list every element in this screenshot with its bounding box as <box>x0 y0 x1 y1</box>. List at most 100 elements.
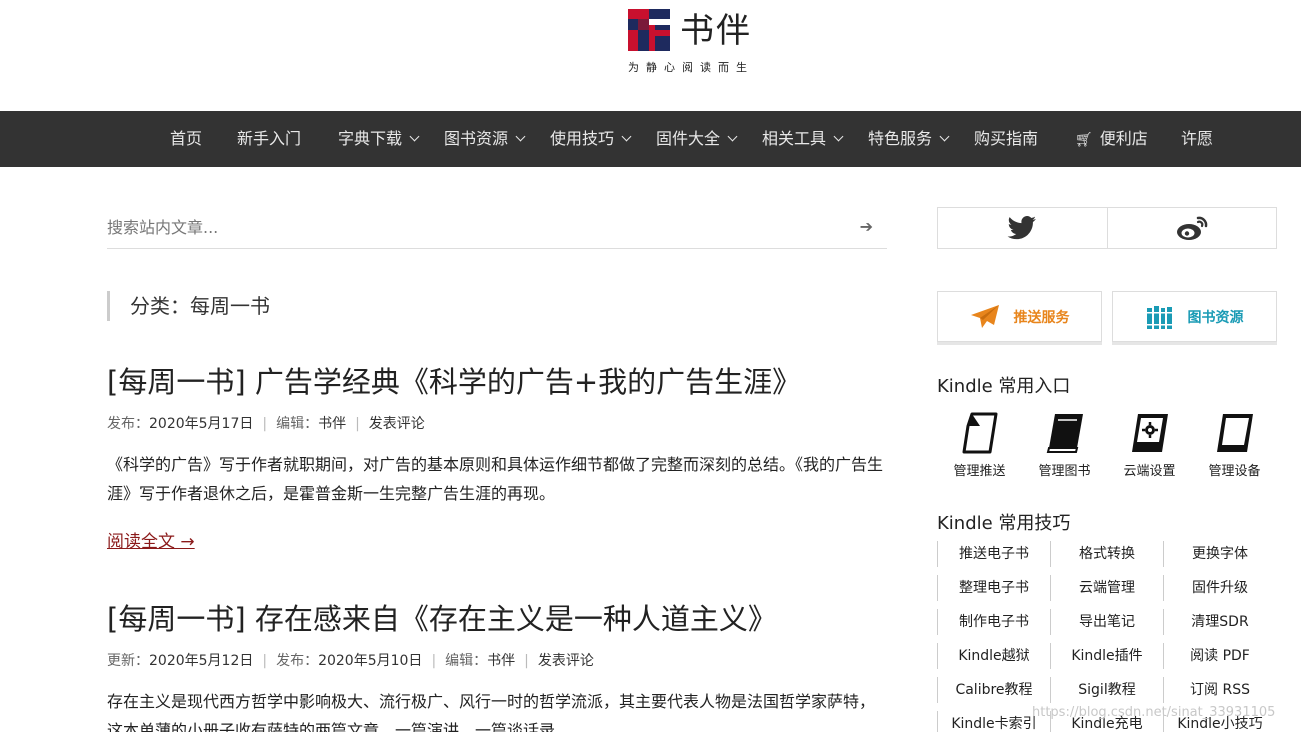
site-name: 书伴 <box>680 11 752 51</box>
tip-link[interactable]: 订阅 RSS <box>1163 677 1276 703</box>
twitter-icon <box>1007 216 1037 240</box>
tip-link[interactable]: 清理SDR <box>1163 609 1276 635</box>
chevron-down-icon <box>621 131 632 142</box>
push-service-label: 推送服务 <box>1013 309 1070 326</box>
meta-divider: | <box>262 416 268 432</box>
social-links <box>937 207 1277 249</box>
entry-label: 管理图书 <box>1038 464 1091 479</box>
document-icon <box>962 412 997 454</box>
kindle-tips-title: Kindle 常用技巧 <box>937 513 1071 534</box>
published-date: 2020年5月17日 <box>149 416 254 432</box>
kindle-device-icon <box>1216 414 1253 452</box>
nav-label: 特色服务 <box>868 129 933 148</box>
editor-label: 编辑： <box>445 653 488 669</box>
post-item: [每周一书] 广告学经典《科学的广告+我的广告生涯》 发布：2020年5月17日… <box>107 362 887 552</box>
arrow-right-icon[interactable]: ➔ <box>860 217 873 236</box>
category-heading: 分类：每周一书 <box>107 291 270 321</box>
nav-item-tips[interactable]: 使用技巧 <box>550 111 632 167</box>
watermark-text: https://blog.csdn.net/sinat_33931105 <box>1032 705 1276 720</box>
nav-label: 购买指南 <box>974 129 1039 148</box>
manage-books-entry[interactable]: 管理图书 <box>1022 412 1107 479</box>
chevron-down-icon <box>409 131 420 142</box>
site-header: 书伴 为静心阅读而生 <box>0 0 1301 111</box>
nav-item-books[interactable]: 图书资源 <box>444 111 526 167</box>
kindle-entries-title: Kindle 常用入口 <box>937 376 1071 397</box>
comment-link[interactable]: 发表评论 <box>369 416 425 432</box>
nav-item-services[interactable]: 特色服务 <box>868 111 950 167</box>
nav-label: 相关工具 <box>762 129 827 148</box>
search-input[interactable] <box>107 207 847 247</box>
books-icon <box>1146 305 1172 329</box>
chevron-down-icon <box>833 131 844 142</box>
manage-push-entry[interactable]: 管理推送 <box>937 412 1022 479</box>
nav-item-home[interactable]: 首页 <box>170 111 202 167</box>
tip-link[interactable]: 固件升级 <box>1163 575 1276 601</box>
book-resources-button[interactable]: 图书资源 <box>1112 291 1277 342</box>
logo-mark-icon <box>628 9 670 51</box>
read-more-link[interactable]: 阅读全文 → <box>107 527 195 552</box>
tip-link[interactable]: 云端管理 <box>1050 575 1163 601</box>
editor-link[interactable]: 书伴 <box>318 416 346 432</box>
weibo-icon <box>1176 216 1208 240</box>
nav-item-getting-started[interactable]: 新手入门 <box>237 111 301 167</box>
post-title-link[interactable]: [每周一书] 存在感来自《存在主义是一种人道主义》 <box>107 599 887 639</box>
search-bar: ➔ <box>107 207 887 249</box>
published-date: 2020年5月10日 <box>318 653 423 669</box>
tip-link[interactable]: 导出笔记 <box>1050 609 1163 635</box>
cart-icon: 🛒︎ <box>1075 132 1093 148</box>
nav-label: 首页 <box>170 129 203 148</box>
meta-divider: | <box>431 653 437 669</box>
post-title-link[interactable]: [每周一书] 广告学经典《科学的广告+我的广告生涯》 <box>107 362 887 402</box>
published-label: 发布： <box>107 416 149 432</box>
weibo-button[interactable] <box>1108 208 1277 248</box>
paper-plane-icon <box>970 304 999 328</box>
nav-item-buying-guide[interactable]: 购买指南 <box>974 111 1038 167</box>
book-icon <box>1046 414 1083 453</box>
post-meta: 更新：2020年5月12日 | 发布：2020年5月10日 | 编辑：书伴 | 发表评论 <box>107 651 887 671</box>
tip-link[interactable]: 整理电子书 <box>937 575 1050 601</box>
gear-device-icon <box>1131 414 1168 452</box>
nav-item-store[interactable]: 🛒︎ 便利店 <box>1075 111 1148 167</box>
nav-label: 固件大全 <box>656 129 721 148</box>
entry-label: 云端设置 <box>1123 464 1176 479</box>
comment-link[interactable]: 发表评论 <box>538 653 594 669</box>
tip-link[interactable]: 阅读 PDF <box>1163 643 1276 669</box>
updated-date: 2020年5月12日 <box>149 653 254 669</box>
tip-link[interactable]: 制作电子书 <box>937 609 1050 635</box>
entry-label: 管理设备 <box>1208 464 1261 479</box>
nav-label: 使用技巧 <box>550 129 615 148</box>
tip-link[interactable]: Sigil教程 <box>1050 677 1163 703</box>
nav-item-tools[interactable]: 相关工具 <box>762 111 844 167</box>
tip-link[interactable]: Kindle越狱 <box>937 643 1050 669</box>
post-meta: 发布：2020年5月17日 | 编辑：书伴 | 发表评论 <box>107 414 887 434</box>
nav-item-firmware[interactable]: 固件大全 <box>656 111 738 167</box>
post-item: [每周一书] 存在感来自《存在主义是一种人道主义》 更新：2020年5月12日 |… <box>107 599 887 732</box>
site-logo[interactable]: 书伴 为静心阅读而生 <box>628 9 763 74</box>
chevron-down-icon <box>515 131 526 142</box>
meta-divider: | <box>524 653 529 669</box>
tip-link[interactable]: Kindle插件 <box>1050 643 1163 669</box>
manage-devices-entry[interactable]: 管理设备 <box>1192 412 1277 479</box>
post-excerpt: 《科学的广告》写于作者就职期间，对广告的基本原则和具体运作细节都做了完整而深刻的… <box>107 455 884 503</box>
cloud-settings-entry[interactable]: 云端设置 <box>1107 412 1192 479</box>
nav-item-dictionary[interactable]: 字典下载 <box>338 111 420 167</box>
editor-label: 编辑： <box>276 416 319 432</box>
nav-label: 图书资源 <box>444 129 509 148</box>
editor-link[interactable]: 书伴 <box>487 653 515 669</box>
site-tagline: 为静心阅读而生 <box>628 61 754 74</box>
updated-label: 更新： <box>107 653 149 669</box>
tip-link[interactable]: 推送电子书 <box>937 541 1050 567</box>
meta-divider: | <box>355 416 360 432</box>
nav-label: 便利店 <box>1099 129 1148 148</box>
chevron-down-icon <box>727 131 738 142</box>
tip-link[interactable]: 格式转换 <box>1050 541 1163 567</box>
main-nav: 首页 新手入门 字典下载 图书资源 使用技巧 固件大全 相关工具 特色服务 购买… <box>0 111 1301 167</box>
tip-link[interactable]: Calibre教程 <box>937 677 1050 703</box>
published-label: 发布： <box>276 653 319 669</box>
tip-link[interactable]: 更换字体 <box>1163 541 1276 567</box>
chevron-down-icon <box>939 131 950 142</box>
nav-item-wish[interactable]: 许愿 <box>1181 111 1213 167</box>
push-service-button[interactable]: 推送服务 <box>937 291 1102 342</box>
twitter-button[interactable] <box>938 208 1108 248</box>
post-excerpt: 存在主义是现代西方哲学中影响极大、流行极广、风行一时的哲学流派，其主要代表人物是… <box>107 692 876 732</box>
